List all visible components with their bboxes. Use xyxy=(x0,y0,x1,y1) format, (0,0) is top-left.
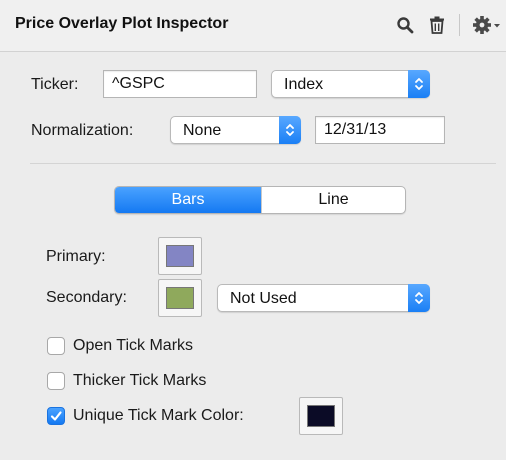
ticker-label: Ticker: xyxy=(31,76,79,93)
secondary-mode-value: Not Used xyxy=(230,290,297,307)
primary-color-swatch xyxy=(166,245,194,267)
chevron-updown-icon xyxy=(408,284,430,312)
secondary-mode-popup[interactable]: Not Used xyxy=(217,284,430,312)
section-divider xyxy=(30,163,496,164)
type-popup[interactable]: Index xyxy=(271,70,430,98)
chevron-updown-icon xyxy=(408,70,430,98)
chevron-updown-icon xyxy=(279,116,301,144)
chevron-down-icon xyxy=(494,24,500,28)
primary-label: Primary: xyxy=(46,248,106,265)
secondary-color-swatch xyxy=(166,287,194,309)
tick-color-swatch xyxy=(307,405,335,427)
toolbar-separator xyxy=(459,14,460,36)
open-tick-marks-label: Open Tick Marks xyxy=(73,337,194,354)
gear-icon[interactable] xyxy=(472,13,502,37)
normalization-label: Normalization: xyxy=(31,122,134,139)
segment-line[interactable]: Line xyxy=(261,187,405,213)
style-segmented-control: Bars Line xyxy=(114,186,406,214)
normalization-popup-value: None xyxy=(183,122,222,139)
normalization-date-field[interactable]: 12/31/13 xyxy=(315,116,445,144)
open-tick-marks-checkbox[interactable] xyxy=(47,337,65,355)
segment-bars[interactable]: Bars xyxy=(115,187,261,213)
secondary-label: Secondary: xyxy=(46,289,127,306)
checkmark-icon xyxy=(50,411,62,421)
search-icon[interactable] xyxy=(394,13,416,37)
inspector-titlebar: Price Overlay Plot Inspector xyxy=(0,0,506,52)
thicker-tick-marks-label: Thicker Tick Marks xyxy=(73,372,207,389)
ticker-field[interactable]: ^GSPC xyxy=(103,70,257,98)
tick-color-well[interactable] xyxy=(299,397,343,435)
normalization-popup[interactable]: None xyxy=(170,116,301,144)
unique-tick-color-checkbox[interactable] xyxy=(47,407,65,425)
unique-tick-color-label: Unique Tick Mark Color: xyxy=(73,407,244,424)
trash-icon[interactable] xyxy=(426,13,448,37)
panel-title: Price Overlay Plot Inspector xyxy=(15,15,229,32)
thicker-tick-marks-checkbox[interactable] xyxy=(47,372,65,390)
primary-color-well[interactable] xyxy=(158,237,202,275)
type-popup-value: Index xyxy=(284,76,324,93)
secondary-color-well[interactable] xyxy=(158,279,202,317)
